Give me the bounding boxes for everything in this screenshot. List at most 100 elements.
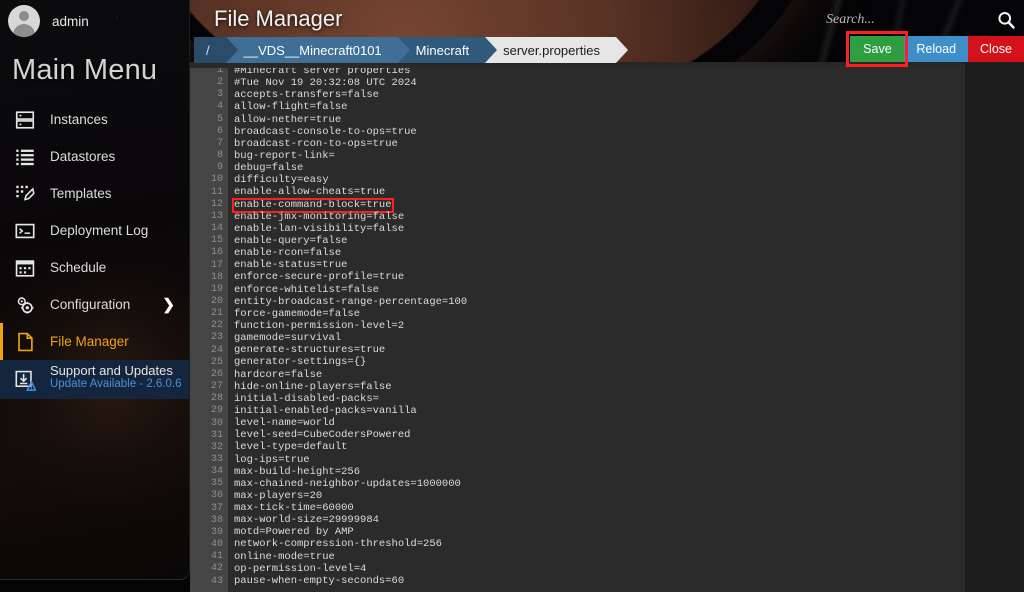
line-number: 33 [190,454,223,466]
line-number: 28 [190,393,223,405]
sidebar-item-support-and-updates[interactable]: Support and Updates Update Available - 2… [0,360,189,399]
line-number: 8 [190,150,223,162]
breadcrumb-item-minecraft[interactable]: Minecraft [398,37,485,63]
sidebar-item-label: Deployment Log [50,223,148,238]
code-line[interactable]: initial-enabled-packs=vanilla [234,405,965,417]
code-line[interactable]: enable-status=true [234,259,965,271]
code-line[interactable]: enable-lan-visibility=false [234,223,965,235]
line-number: 11 [190,187,223,199]
line-number: 3 [190,89,223,101]
save-button[interactable]: Save [850,36,904,62]
code-line[interactable]: max-world-size=29999984 [234,514,965,526]
line-number: 32 [190,442,223,454]
line-number: 23 [190,332,223,344]
sidebar-item-schedule[interactable]: Schedule [0,249,189,286]
username-label: admin [52,14,89,29]
breadcrumb-label: __VDS__Minecraft0101 [244,43,382,58]
code-line[interactable]: function-permission-level=2 [234,320,965,332]
code-line[interactable]: max-chained-neighbor-updates=1000000 [234,478,965,490]
code-line[interactable]: online-mode=true [234,551,965,563]
code-line[interactable]: generator-settings={} [234,356,965,368]
code-line[interactable]: level-seed=CubeCodersPowered [234,429,965,441]
sidebar-item-configuration[interactable]: Configuration ❯ [0,286,189,323]
code-line[interactable]: pause-when-empty-seconds=60 [234,575,965,587]
page-title: File Manager [214,6,342,32]
code-line[interactable]: network-compression-threshold=256 [234,538,965,550]
sidebar-item-label: Instances [50,112,108,127]
line-number: 39 [190,527,223,539]
code-line[interactable]: level-type=default [234,441,965,453]
sidebar-item-label: Schedule [50,260,106,275]
close-button[interactable]: Close [968,36,1024,62]
sidebar-item-label: Configuration [50,297,130,312]
line-number: 6 [190,126,223,138]
sidebar-item-datastores[interactable]: Datastores [0,138,189,175]
line-number: 5 [190,114,223,126]
breadcrumb-label: Minecraft [416,43,469,58]
sidebar-item-templates[interactable]: Templates [0,175,189,212]
code-line[interactable]: gamemode=survival [234,332,965,344]
code-line[interactable]: force-gamemode=false [234,308,965,320]
code-line[interactable]: enable-allow-cheats=true [234,186,965,198]
code-line[interactable]: enable-command-block=true [234,199,965,211]
sidebar: admin Main Menu Instances [0,0,190,580]
main-menu-title: Main Menu [0,42,189,87]
line-number: 21 [190,308,223,320]
code-content[interactable]: #Minecraft server properties#Tue Nov 19 … [228,62,965,592]
line-number: 31 [190,430,223,442]
code-line[interactable]: log-ips=true [234,454,965,466]
code-line[interactable]: initial-disabled-packs= [234,393,965,405]
code-line[interactable]: enforce-whitelist=false [234,284,965,296]
user-row[interactable]: admin [0,0,189,42]
code-line[interactable]: enforce-secure-profile=true [234,271,965,283]
breadcrumb-item-root[interactable]: / [194,37,226,63]
line-number: 18 [190,272,223,284]
line-number: 30 [190,418,223,430]
code-line[interactable]: broadcast-console-to-ops=true [234,126,965,138]
code-line[interactable]: op-permission-level=4 [234,563,965,575]
calendar-icon [14,257,36,279]
server-stack-icon [14,109,36,131]
code-line[interactable]: motd=Powered by AMP [234,526,965,538]
code-line[interactable]: allow-nether=true [234,114,965,126]
line-number: 16 [190,247,223,259]
line-number: 24 [190,345,223,357]
code-line[interactable]: max-tick-time=60000 [234,502,965,514]
line-number: 20 [190,296,223,308]
code-line[interactable]: bug-report-link= [234,150,965,162]
sidebar-item-deployment-log[interactable]: Deployment Log [0,212,189,249]
code-line[interactable]: generate-structures=true [234,344,965,356]
code-line[interactable]: broadcast-rcon-to-ops=true [234,138,965,150]
breadcrumb-item-file[interactable]: server.properties [485,37,616,63]
line-number: 15 [190,235,223,247]
breadcrumb-item-instance[interactable]: __VDS__Minecraft0101 [226,37,398,63]
code-line[interactable]: #Minecraft server properties [234,65,965,77]
reload-button[interactable]: Reload [904,36,968,62]
code-line[interactable]: entity-broadcast-range-percentage=100 [234,296,965,308]
code-line[interactable]: max-build-height=256 [234,466,965,478]
code-line[interactable]: difficulty=easy [234,174,965,186]
line-number-gutter: 1234567891011121314151617181920212223242… [190,62,228,592]
code-line[interactable]: enable-rcon=false [234,247,965,259]
line-number: 22 [190,320,223,332]
line-number: 37 [190,503,223,515]
code-line[interactable]: hardcore=false [234,369,965,381]
code-line[interactable]: level-name=world [234,417,965,429]
code-line[interactable]: debug=false [234,162,965,174]
sidebar-item-file-manager[interactable]: File Manager [0,323,189,360]
search-icon[interactable] [996,10,1016,30]
code-line[interactable]: allow-flight=false [234,101,965,113]
code-line[interactable]: accepts-transfers=false [234,89,965,101]
line-number: 19 [190,284,223,296]
search-input[interactable] [826,12,986,28]
sidebar-item-instances[interactable]: Instances [0,101,189,138]
code-line[interactable]: #Tue Nov 19 20:32:08 UTC 2024 [234,77,965,89]
support-update-badge: Update Available - 2.6.0.6 [50,378,182,392]
code-line[interactable]: enable-query=false [234,235,965,247]
code-line[interactable]: hide-online-players=false [234,381,965,393]
terminal-icon [14,220,36,242]
file-editor[interactable]: 1234567891011121314151617181920212223242… [190,62,1024,592]
file-icon [14,331,36,353]
code-line[interactable]: enable-jmx-monitoring=false [234,211,965,223]
code-line[interactable]: max-players=20 [234,490,965,502]
